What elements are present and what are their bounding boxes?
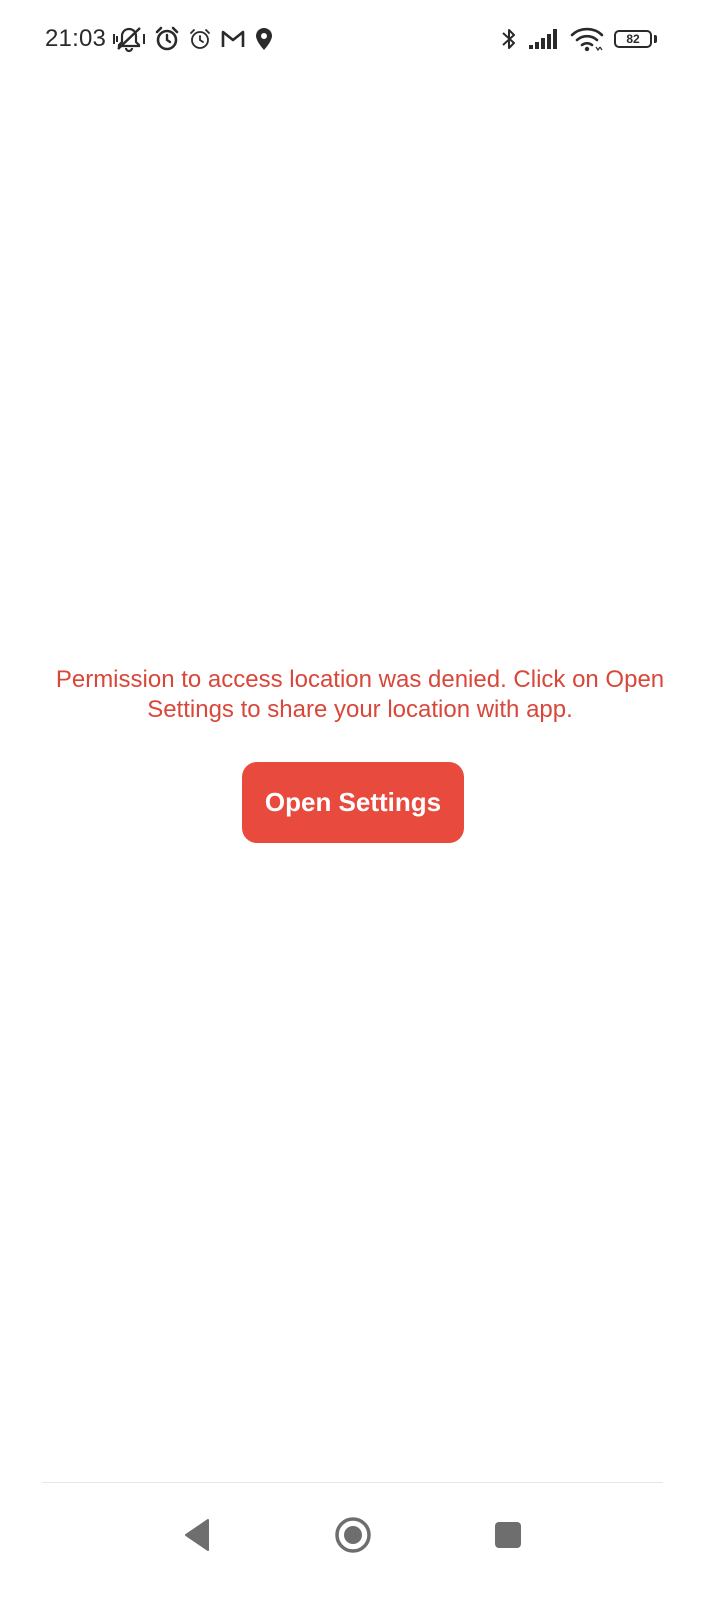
back-icon (183, 1518, 213, 1552)
battery-level: 82 (614, 30, 652, 48)
home-button[interactable] (323, 1505, 383, 1565)
status-time: 21:03 (45, 25, 107, 52)
recents-button[interactable] (478, 1505, 538, 1565)
gmail-icon (220, 28, 246, 50)
location-pin-icon (254, 27, 274, 51)
navigation-bar (0, 1483, 720, 1600)
back-button[interactable] (168, 1505, 228, 1565)
status-right-icons: 82 (500, 24, 660, 54)
bluetooth-icon (500, 25, 518, 53)
battery-indicator: 82 (614, 28, 660, 50)
permission-denied-message: Permission to access location was denied… (55, 666, 665, 723)
alarm-outline-icon (188, 27, 212, 51)
wifi-icon (570, 26, 604, 52)
vibrate-off-icon (112, 25, 146, 53)
signal-icon (528, 28, 560, 50)
battery-icon (654, 35, 657, 43)
app-screen: 21:03 82 Permission to access location w… (0, 0, 720, 1600)
status-bar: 21:03 82 (0, 0, 720, 80)
home-icon (334, 1516, 372, 1554)
recents-icon (494, 1521, 522, 1549)
status-left-icons (112, 25, 274, 53)
alarm-icon (154, 26, 180, 52)
open-settings-button[interactable]: Open Settings (242, 762, 464, 843)
